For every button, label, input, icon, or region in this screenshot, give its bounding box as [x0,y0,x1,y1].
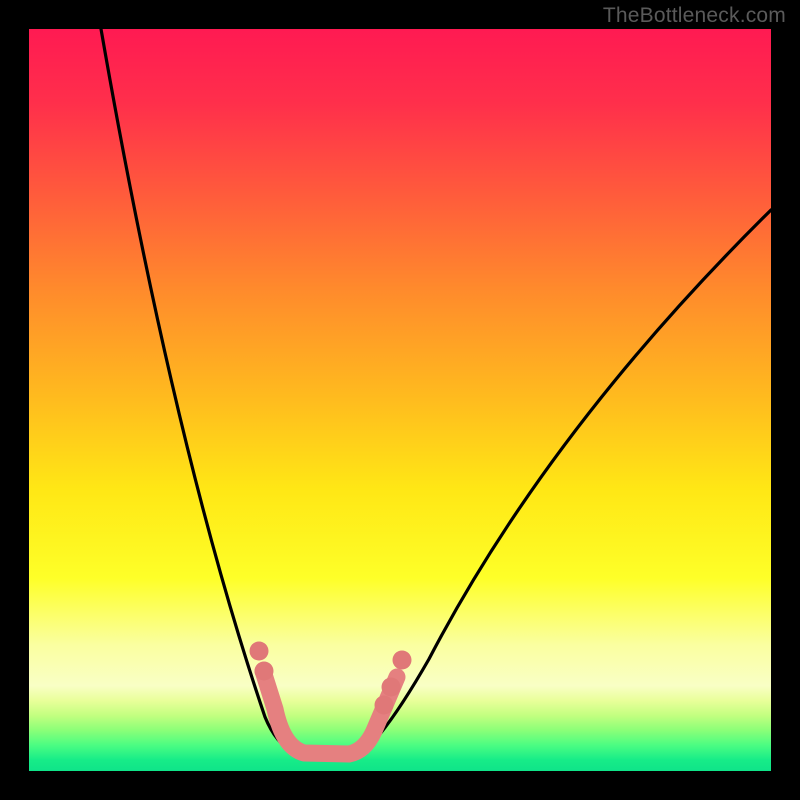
marker-dot [393,651,412,670]
chart-frame: TheBottleneck.com [0,0,800,800]
marker-v [263,671,397,754]
plot-area [29,29,771,771]
curve-left [101,29,294,752]
marker-dot [375,696,394,715]
marker-dot [382,678,401,697]
curve-right [364,210,771,751]
marker-dot [250,642,269,661]
watermark: TheBottleneck.com [603,4,786,28]
marker-dot [255,662,274,681]
bottleneck-curves [29,29,771,771]
